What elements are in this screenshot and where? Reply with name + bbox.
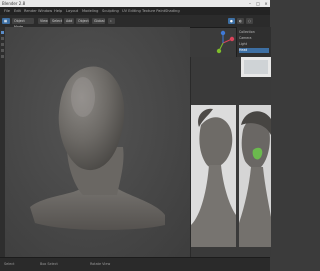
transform-orientation-dropdown[interactable]: Global (92, 18, 105, 24)
scale-tool-icon[interactable] (1, 55, 4, 58)
shading-material-icon[interactable]: ◐ (237, 18, 244, 24)
add-menu[interactable]: Add (64, 18, 74, 24)
sculpted-head-mesh[interactable] (5, 27, 190, 257)
window-title: Blender 2.8 (2, 1, 26, 6)
menu-edit[interactable]: Edit (14, 9, 21, 13)
workspace-tab-texture-paint[interactable]: Texture Paint (142, 9, 165, 13)
properties-widget[interactable] (241, 57, 271, 77)
status-bar: Select Box Select Rotate View (0, 257, 270, 271)
shading-solid-icon[interactable]: ● (228, 18, 235, 24)
status-box-select-hint: Box Select (40, 262, 58, 266)
reference-image-panel (190, 57, 271, 257)
workspace-tab-shading[interactable]: Shading (165, 9, 180, 13)
editor-type-button[interactable]: ▦ (2, 18, 10, 24)
menubar: File Edit Render Window Help Layout Mode… (0, 7, 270, 15)
window-titlebar: Blender 2.8 – □ × (0, 0, 270, 7)
workspace-tab-layout[interactable]: Layout (66, 9, 78, 13)
snap-icon[interactable]: ⌁ (108, 18, 115, 24)
menu-file[interactable]: File (4, 9, 10, 13)
rotate-tool-icon[interactable] (1, 49, 4, 52)
navigation-gizmo[interactable] (210, 30, 236, 56)
select-menu[interactable]: Select (50, 18, 62, 24)
menu-window[interactable]: Window (38, 9, 52, 13)
outliner-item-selected[interactable]: Head (239, 48, 269, 53)
select-tool-icon[interactable] (1, 31, 4, 34)
menu-help[interactable]: Help (54, 9, 62, 13)
cursor-tool-icon[interactable] (1, 37, 4, 40)
menu-render[interactable]: Render (24, 9, 37, 13)
outliner-item[interactable]: Light (239, 42, 269, 47)
view-menu[interactable]: View (38, 18, 48, 24)
workspace-tab-sculpting[interactable]: Sculpting (102, 9, 119, 13)
minimize-icon[interactable]: – (246, 1, 254, 6)
status-rotate-hint: Rotate View (90, 262, 111, 266)
status-select-hint: Select (4, 262, 15, 266)
workspace-tab-modeling[interactable]: Modeling (82, 9, 98, 13)
reference-image-front (239, 105, 271, 247)
maximize-icon[interactable]: □ (254, 1, 262, 6)
close-icon[interactable]: × (262, 1, 270, 6)
outliner-panel: Collection Camera Light Head (236, 27, 271, 57)
outliner-item[interactable]: Collection (239, 30, 269, 35)
outliner-item[interactable]: Camera (239, 36, 269, 41)
reference-image-side (191, 105, 236, 247)
workspace-tab-uv-editing[interactable]: UV Editing (122, 9, 141, 13)
mode-dropdown[interactable]: Object Mode (12, 18, 34, 29)
object-menu[interactable]: Object (76, 18, 89, 24)
3d-viewport[interactable] (5, 27, 190, 257)
move-tool-icon[interactable] (1, 43, 4, 46)
shading-rendered-icon[interactable]: ○ (246, 18, 253, 24)
